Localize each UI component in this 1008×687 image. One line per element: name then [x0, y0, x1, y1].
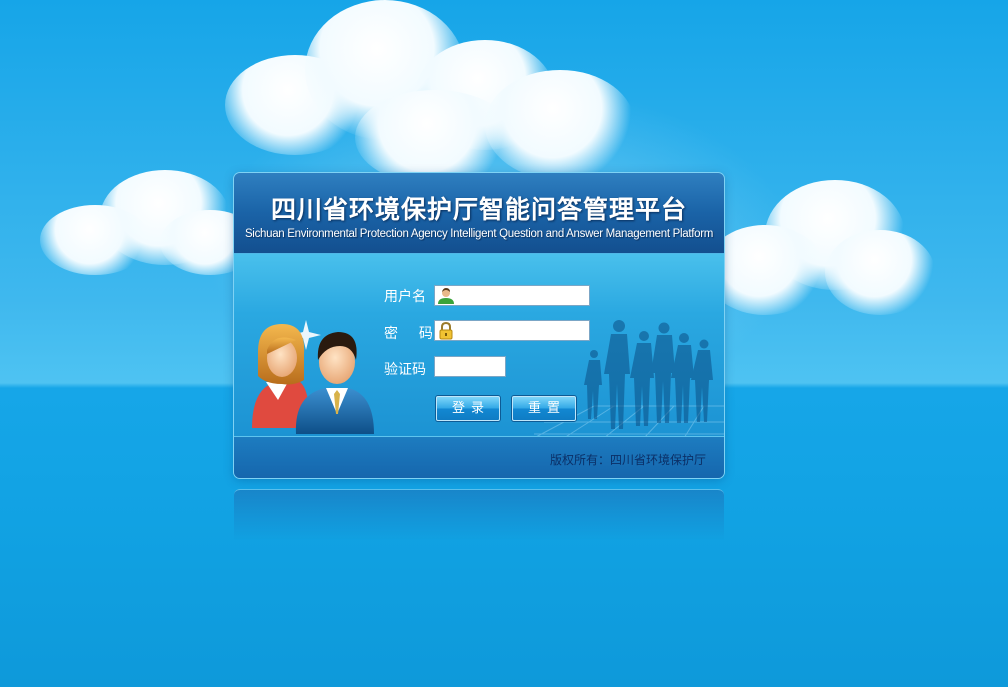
username-field[interactable]	[434, 285, 590, 306]
password-label: 密 码	[384, 326, 437, 342]
password-field[interactable]	[434, 320, 590, 341]
captcha-field[interactable]	[434, 356, 506, 377]
user-icon	[438, 288, 454, 304]
login-form-area: 用户名 密 码 验证码 登录 重置	[234, 254, 724, 439]
page-title: 四川省环境保护厅智能问答管理平台	[270, 195, 687, 224]
username-label: 用户名	[384, 289, 426, 305]
cloud-right	[705, 170, 935, 320]
login-button[interactable]: 登录	[436, 396, 500, 421]
panel-footer: 版权所有：四川省环境保护厅	[234, 436, 724, 478]
username-input[interactable]	[457, 287, 585, 304]
captcha-input[interactable]	[438, 358, 502, 375]
cloud-top	[215, 0, 645, 185]
captcha-label: 验证码	[384, 362, 426, 378]
password-input[interactable]	[457, 322, 585, 339]
panel-reflection	[234, 489, 724, 540]
users-avatar-icon	[252, 320, 374, 434]
reset-button[interactable]: 重置	[512, 396, 576, 421]
login-panel: 四川省环境保护厅智能问答管理平台 Sichuan Environmental P…	[234, 173, 724, 478]
panel-header: 四川省环境保护厅智能问答管理平台 Sichuan Environmental P…	[234, 173, 724, 254]
page-subtitle: Sichuan Environmental Protection Agency …	[244, 228, 714, 240]
copyright-text: 版权所有：四川省环境保护厅	[549, 453, 706, 467]
lock-icon	[439, 322, 453, 340]
